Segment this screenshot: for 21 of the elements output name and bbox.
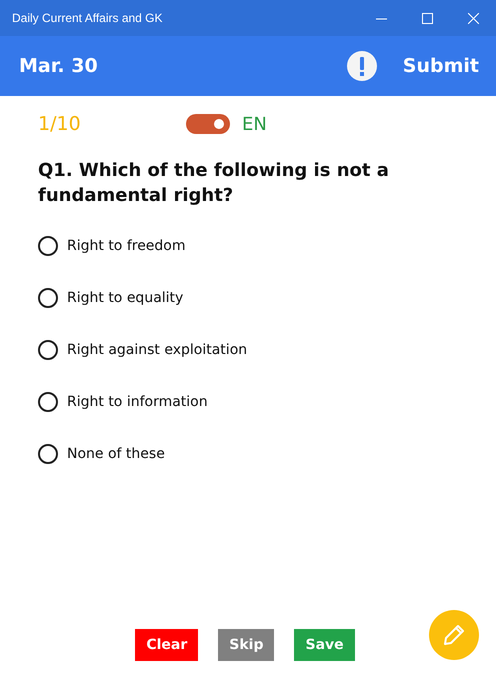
answer-option[interactable]: Right to freedom (38, 220, 186, 272)
answer-option[interactable]: Right against exploitation (38, 324, 248, 376)
pencil-icon (443, 624, 465, 646)
language-toggle[interactable] (186, 114, 230, 134)
radio-button[interactable] (38, 340, 58, 360)
date-title: Mar. 30 (19, 55, 99, 77)
clear-button[interactable]: Clear (135, 629, 198, 661)
submit-button[interactable]: Submit (402, 55, 479, 77)
radio-button[interactable] (38, 444, 58, 464)
question-text: Q1. Which of the following is not a fundamental right? (38, 159, 390, 208)
exclamation-icon[interactable] (346, 51, 377, 81)
answer-option[interactable]: Right to equality (38, 272, 184, 324)
answer-option[interactable]: Right to information (38, 376, 208, 428)
radio-button[interactable] (38, 236, 58, 256)
question-counter: 1/10 (38, 113, 82, 135)
window-title: Daily Current Affairs and GK (12, 11, 164, 25)
radio-button[interactable] (38, 392, 58, 412)
answer-option[interactable]: None of these (38, 428, 165, 480)
radio-button[interactable] (38, 288, 58, 308)
language-label: EN (242, 114, 267, 134)
skip-button[interactable]: Skip (218, 629, 274, 661)
